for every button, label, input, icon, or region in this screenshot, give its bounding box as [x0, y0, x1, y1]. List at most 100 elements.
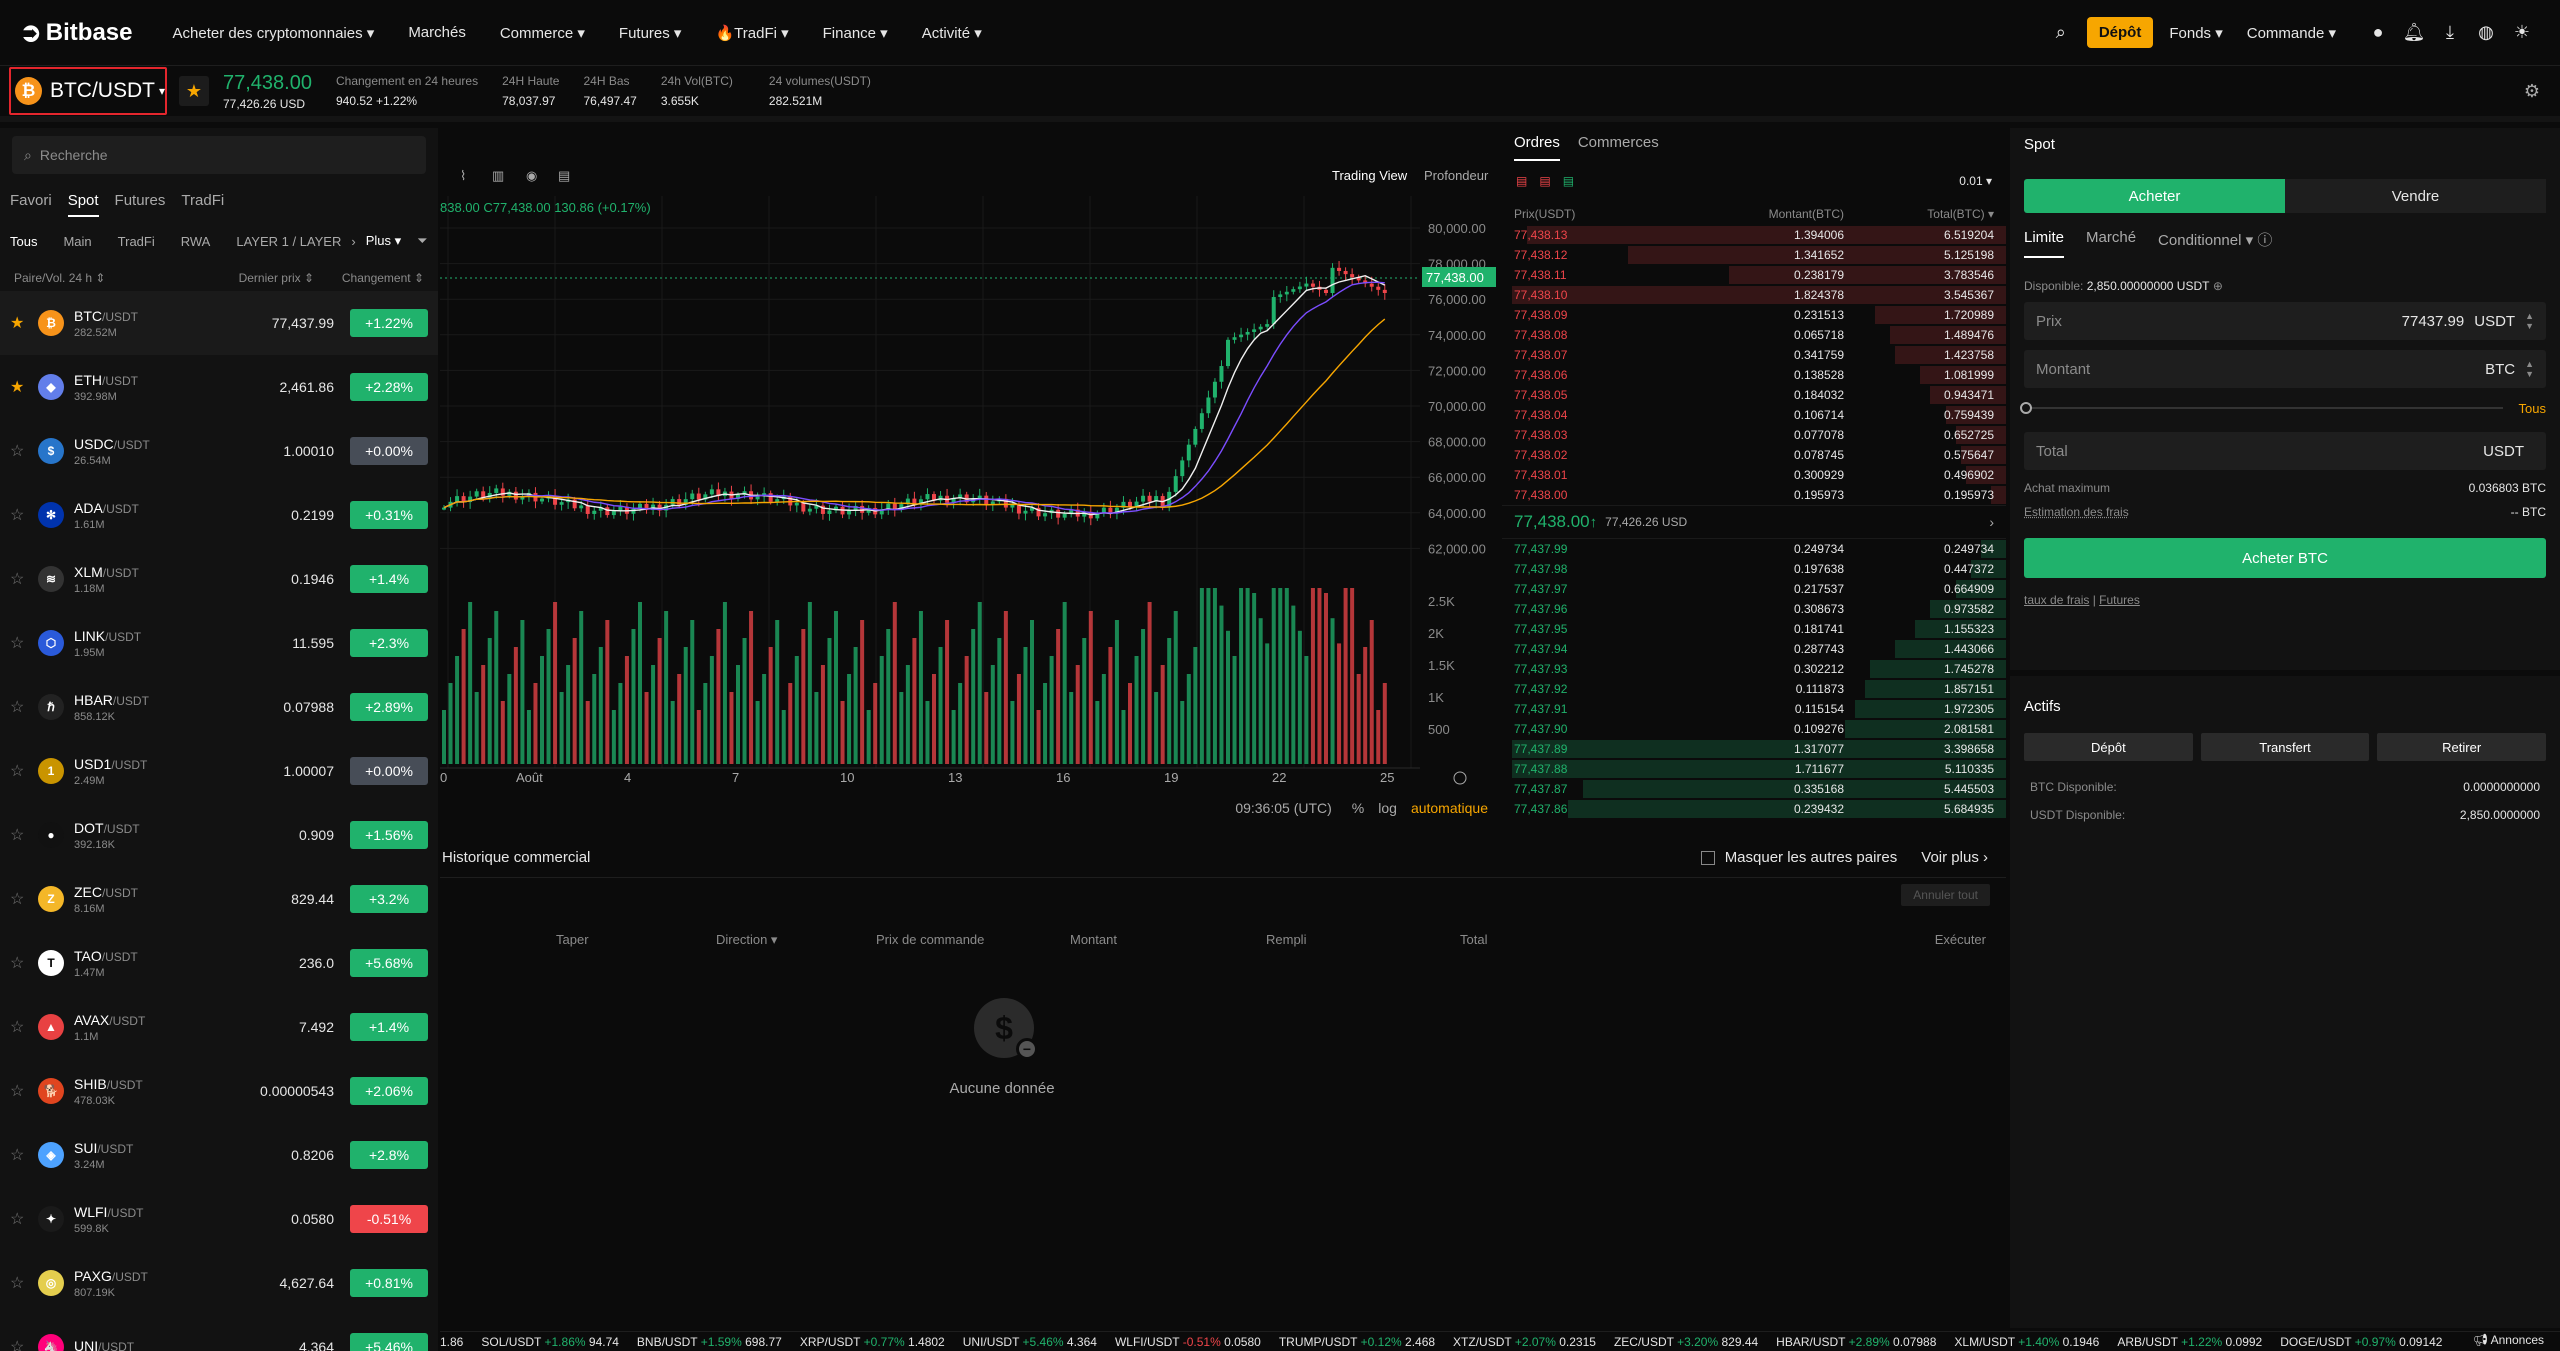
- bid-row[interactable]: 77,437.88 1.711677 5.110335: [1502, 759, 2006, 779]
- fee-rate-link[interactable]: taux de frais: [2024, 593, 2089, 607]
- ticker-item[interactable]: BNB/USDT +1.59% 698.77: [637, 1335, 782, 1349]
- amount-slider[interactable]: Tous: [2020, 400, 2546, 416]
- asset-deposit-button[interactable]: Dépôt: [2024, 733, 2193, 761]
- market-row-paxg[interactable]: ☆ ◎ PAXG/USDT 807.19K 4,627.64 +0.81%: [0, 1251, 438, 1315]
- market-row-ada[interactable]: ☆ ✻ ADA/USDT 1.61M 0.2199 +0.31%: [0, 483, 438, 547]
- star-outline-icon[interactable]: ☆: [10, 1081, 38, 1101]
- market-row-dot[interactable]: ☆ ● DOT/USDT 392.18K 0.909 +1.56%: [0, 803, 438, 867]
- bid-row[interactable]: 77,437.94 0.287743 1.443066: [1502, 639, 2006, 659]
- checkbox-icon[interactable]: [1700, 850, 1715, 865]
- log-toggle[interactable]: log: [1378, 800, 1397, 816]
- buy-tab[interactable]: Acheter: [2024, 179, 2285, 213]
- nav-tradfi[interactable]: 🔥TradFi ▾: [715, 24, 788, 42]
- bid-row[interactable]: 77,437.95 0.181741 1.155323: [1502, 619, 2006, 639]
- subtab-layer[interactable]: LAYER 1 / LAYER: [236, 234, 341, 249]
- bid-row[interactable]: 77,437.91 0.115154 1.972305: [1502, 699, 2006, 719]
- buy-btc-button[interactable]: Acheter BTC: [2024, 538, 2546, 578]
- ask-row[interactable]: 77,438.11 0.238179 3.783546: [1502, 265, 2006, 285]
- search-input[interactable]: ⌕ Recherche: [12, 136, 426, 174]
- direction-dropdown[interactable]: Direction ▾: [716, 932, 777, 948]
- star-filled-icon[interactable]: ★: [10, 377, 38, 397]
- asks-only-icon[interactable]: ▤: [1539, 174, 1550, 188]
- market-row-sui[interactable]: ☆ ◈ SUI/USDT 3.24M 0.8206 +2.8%: [0, 1123, 438, 1187]
- tab-market[interactable]: Marché: [2086, 229, 2136, 258]
- bell-icon[interactable]: 🔔︎: [2396, 22, 2432, 43]
- ticker-item[interactable]: DOGE/USDT +0.97% 0.09142: [2280, 1335, 2442, 1349]
- star-outline-icon[interactable]: ☆: [10, 505, 38, 525]
- bid-row[interactable]: 77,437.97 0.217537 0.664909: [1502, 579, 2006, 599]
- market-row-hbar[interactable]: ☆ ℏ HBAR/USDT 858.12K 0.07988 +2.89%: [0, 675, 438, 739]
- both-sides-icon[interactable]: ▤: [1516, 174, 1527, 188]
- nav-activity[interactable]: Activité ▾: [922, 24, 982, 42]
- ask-row[interactable]: 77,438.13 1.394006 6.519204: [1502, 225, 2006, 245]
- stepper-icon[interactable]: ▲ ▼: [2525, 311, 2534, 331]
- tab-spot[interactable]: Spot: [67, 192, 99, 217]
- star-outline-icon[interactable]: ☆: [10, 1145, 38, 1165]
- precision-dropdown[interactable]: 0.01 ▾: [1959, 174, 1992, 188]
- asset-transfer-button[interactable]: Transfert: [2200, 733, 2370, 761]
- nav-commerce[interactable]: Commerce ▾: [500, 24, 585, 42]
- market-row-avax[interactable]: ☆ ▲ AVAX/USDT 1.1M 7.492 +1.4%: [0, 995, 438, 1059]
- slider-track[interactable]: [2020, 402, 2503, 414]
- star-outline-icon[interactable]: ☆: [10, 1273, 38, 1293]
- ticker-item[interactable]: XRP/USDT +0.77% 1.4802: [800, 1335, 945, 1349]
- bid-row[interactable]: 77,437.87 0.335168 5.445503: [1502, 779, 2006, 799]
- star-filled-icon[interactable]: ★: [10, 313, 38, 333]
- bid-row[interactable]: 77,437.92 0.111873 1.857151: [1502, 679, 2006, 699]
- ask-row[interactable]: 77,438.08 0.065718 1.489476: [1502, 325, 2006, 345]
- market-row-btc[interactable]: ★ ₿ BTC/USDT 282.52M 77,437.99 +1.22%: [0, 291, 438, 355]
- ask-row[interactable]: 77,438.12 1.341652 5.125198: [1502, 245, 2006, 265]
- asset-withdraw-button[interactable]: Retirer: [2377, 733, 2547, 761]
- market-row-usd1[interactable]: ☆ 1 USD1/USDT 2.49M 1.00007 +0.00%: [0, 739, 438, 803]
- star-outline-icon[interactable]: ☆: [10, 761, 38, 781]
- settings-icon[interactable]: ⚙: [2524, 81, 2540, 102]
- ticker-item[interactable]: XLM/USDT +1.40% 0.1946: [1954, 1335, 2099, 1349]
- market-row-zec[interactable]: ☆ Z ZEC/USDT 8.16M 829.44 +3.2%: [0, 867, 438, 931]
- market-row-uni[interactable]: ☆ 🦄 UNI/USDT 4.364 +5.46%: [0, 1315, 438, 1351]
- tab-limit[interactable]: Limite: [2024, 229, 2065, 258]
- star-outline-icon[interactable]: ☆: [10, 697, 38, 717]
- globe-icon[interactable]: ◍: [2468, 22, 2504, 43]
- ticker-item[interactable]: ZEC/USDT +3.20% 829.44: [1614, 1335, 1758, 1349]
- tab-trades[interactable]: Commerces: [1578, 134, 1659, 161]
- ask-row[interactable]: 77,438.07 0.341759 1.423758: [1502, 345, 2006, 365]
- stepper-icon[interactable]: ▲ ▼: [2525, 359, 2534, 379]
- user-icon[interactable]: ●: [2360, 22, 2396, 43]
- col-pair[interactable]: Paire/Vol. 24 h ⇕: [14, 271, 204, 285]
- sun-icon[interactable]: ☀︎: [2504, 22, 2540, 43]
- nav-markets[interactable]: Marchés: [408, 24, 466, 41]
- subtab-main[interactable]: Main: [63, 234, 91, 249]
- bid-row[interactable]: 77,437.99 0.249734 0.249734: [1502, 539, 2006, 559]
- ask-row[interactable]: 77,438.05 0.184032 0.943471: [1502, 385, 2006, 405]
- subtab-rwa[interactable]: RWA: [181, 234, 211, 249]
- ask-row[interactable]: 77,438.04 0.106714 0.759439: [1502, 405, 2006, 425]
- chevron-right-icon[interactable]: ›: [1989, 514, 1994, 530]
- all-button[interactable]: Tous: [2519, 401, 2546, 416]
- orders-menu[interactable]: Commande ▾: [2247, 24, 2336, 42]
- market-row-eth[interactable]: ★ ◆ ETH/USDT 392.98M 2,461.86 +2.28%: [0, 355, 438, 419]
- star-outline-icon[interactable]: ☆: [10, 633, 38, 653]
- tab-futures[interactable]: Futures: [115, 192, 166, 217]
- futures-link[interactable]: Futures: [2099, 593, 2140, 607]
- market-row-tao[interactable]: ☆ T TAO/USDT 1.47M 236.0 +5.68%: [0, 931, 438, 995]
- ask-row[interactable]: 77,438.09 0.231513 1.720989: [1502, 305, 2006, 325]
- funds-menu[interactable]: Fonds ▾: [2169, 24, 2222, 42]
- market-row-usdc[interactable]: ☆ $ USDC/USDT 26.54M 1.00010 +0.00%: [0, 419, 438, 483]
- star-outline-icon[interactable]: ☆: [10, 1017, 38, 1037]
- bid-row[interactable]: 77,437.98 0.197638 0.447372: [1502, 559, 2006, 579]
- star-outline-icon[interactable]: ☆: [10, 1337, 38, 1351]
- col-price[interactable]: Dernier prix ⇕: [204, 271, 314, 285]
- subtab-tradfi[interactable]: TradFi: [118, 234, 155, 249]
- deposit-button[interactable]: Dépôt: [2086, 17, 2154, 48]
- star-outline-icon[interactable]: ☆: [10, 1209, 38, 1229]
- ticker-item[interactable]: TRUMP/USDT +0.12% 2.468: [1279, 1335, 1435, 1349]
- star-outline-icon[interactable]: ☆: [10, 441, 38, 461]
- ask-row[interactable]: 77,438.10 1.824378 3.545367: [1502, 285, 2006, 305]
- total-input[interactable]: Total USDT: [2024, 432, 2546, 470]
- ticker-item[interactable]: 1.86: [440, 1335, 463, 1349]
- filter-icon[interactable]: ⏷: [417, 233, 427, 249]
- favorite-button[interactable]: ★: [179, 76, 209, 106]
- ticker-item[interactable]: HBAR/USDT +2.89% 0.07988: [1776, 1335, 1936, 1349]
- tab-conditional[interactable]: Conditionnel ▾ ⓘ: [2158, 229, 2272, 258]
- tab-tradfi[interactable]: TradFi: [181, 192, 224, 217]
